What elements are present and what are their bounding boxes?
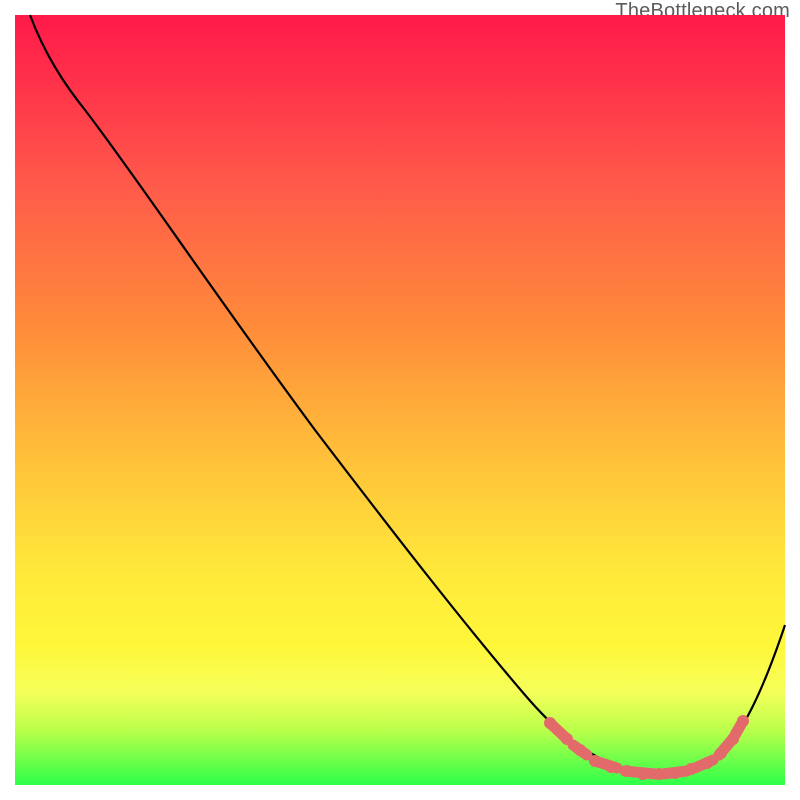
curve-svg: [15, 15, 785, 785]
plot-area: [15, 15, 785, 785]
bottleneck-curve: [30, 15, 785, 773]
chart-stage: TheBottleneck.com: [0, 0, 800, 800]
highlight-beads: [544, 715, 749, 780]
